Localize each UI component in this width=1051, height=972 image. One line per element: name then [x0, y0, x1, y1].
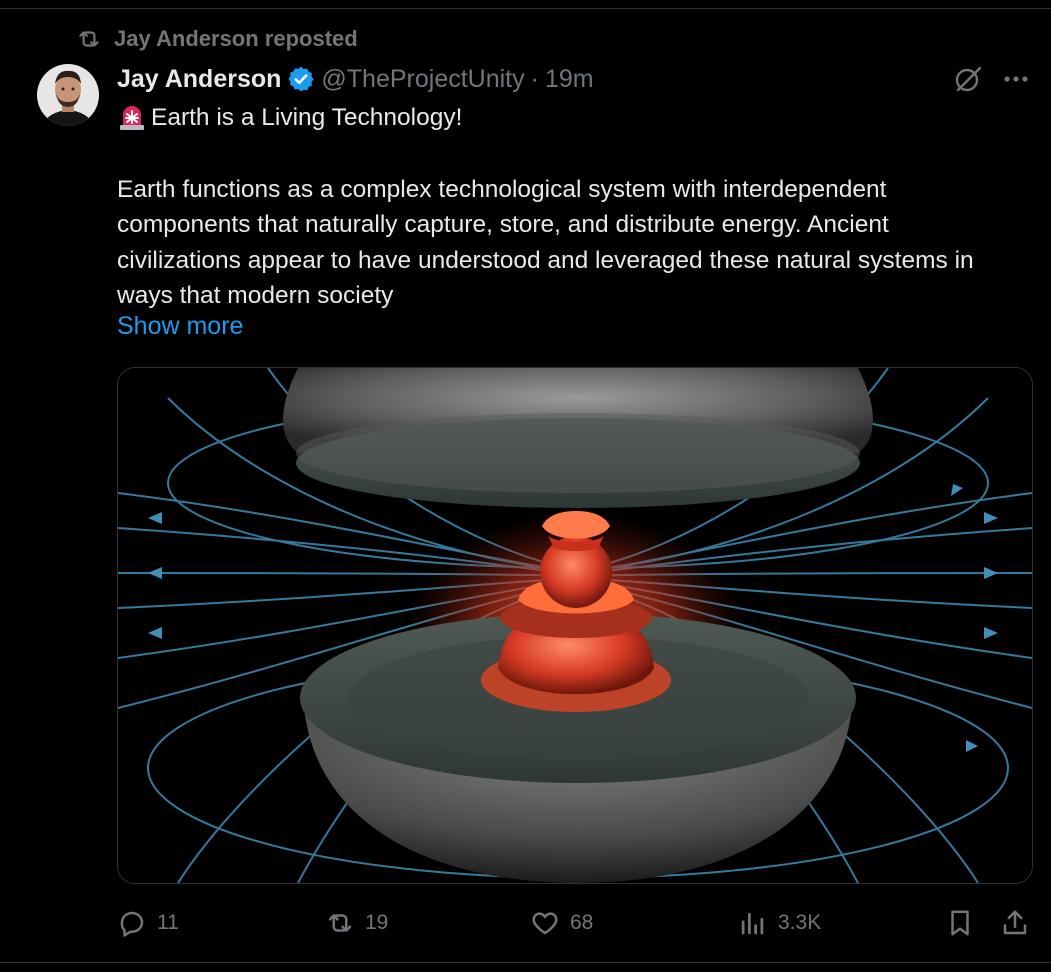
like-count: 68	[570, 911, 594, 934]
share-button[interactable]	[1000, 900, 1030, 946]
reply-count: 11	[157, 911, 179, 934]
grok-icon[interactable]	[953, 64, 983, 94]
separator-dot: ·	[530, 64, 539, 93]
verified-badge-icon[interactable]	[287, 65, 315, 93]
post-body: Earth functions as a complex technologic…	[117, 175, 974, 310]
repost-button[interactable]: 19	[325, 900, 388, 946]
views-chart-icon	[741, 913, 764, 935]
author-name[interactable]: Jay Anderson	[117, 65, 281, 94]
top-divider	[0, 8, 1051, 9]
repost-icon	[79, 31, 99, 47]
repost-count: 19	[365, 911, 389, 934]
show-more-link[interactable]: Show more	[117, 312, 243, 341]
like-button[interactable]: 68	[530, 900, 593, 946]
bookmark-button[interactable]	[945, 900, 975, 946]
post-text: Earth is a Living Technology! Earth func…	[117, 100, 1017, 314]
earth-core-illustration	[118, 368, 1032, 883]
reply-icon	[120, 911, 144, 937]
post-timestamp[interactable]: 19m	[545, 65, 594, 94]
avatar[interactable]	[37, 60, 99, 130]
author-handle[interactable]: @TheProjectUnity	[321, 65, 524, 94]
view-count: 3.3K	[778, 911, 822, 934]
more-options-icon[interactable]	[1000, 64, 1032, 94]
repost-icon	[328, 914, 352, 932]
heart-icon	[532, 912, 558, 935]
post-header: Jay Anderson @TheProjectUnity · 19m	[117, 62, 594, 96]
repost-indicator[interactable]: Jay Anderson reposted	[76, 26, 358, 52]
post-headline: Earth is a Living Technology!	[151, 104, 463, 131]
views-button[interactable]: 3.3K	[738, 900, 821, 946]
post-headline-line: Earth is a Living Technology!	[117, 100, 1017, 136]
bottom-divider	[0, 962, 1051, 963]
post-media-image[interactable]	[117, 367, 1033, 884]
repost-text: Jay Anderson reposted	[114, 26, 358, 51]
siren-emoji-icon	[120, 106, 144, 130]
action-bar: 11 19 68 3.3K	[0, 900, 1051, 946]
bookmark-icon	[951, 910, 969, 936]
reply-button[interactable]: 11	[117, 900, 179, 946]
share-icon	[1003, 910, 1027, 935]
